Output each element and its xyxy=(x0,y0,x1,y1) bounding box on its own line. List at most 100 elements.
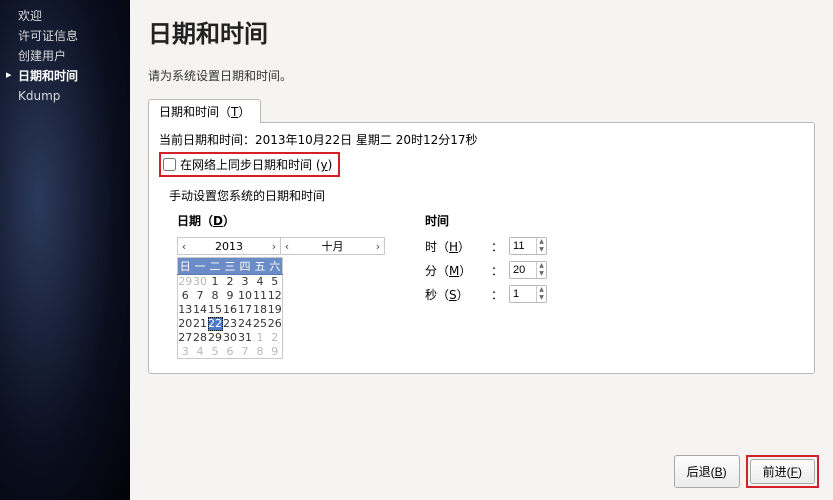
time-row-1: 分（M）：▲▼ xyxy=(425,261,547,279)
calendar-dow: 二 xyxy=(208,258,223,275)
calendar-day[interactable]: 4 xyxy=(193,345,208,359)
calendar-day[interactable]: 12 xyxy=(268,289,283,303)
calendar-day[interactable]: 9 xyxy=(223,289,238,303)
sidebar-item-3[interactable]: 日期和时间 xyxy=(0,66,130,86)
time-column: 时间 时（H）：▲▼ 分（M）：▲▼ 秒（S）：▲▼ xyxy=(425,212,547,359)
calendar-day[interactable]: 18 xyxy=(253,303,268,317)
calendar-dow: 一 xyxy=(193,258,208,275)
calendar-day[interactable]: 25 xyxy=(253,317,268,331)
calendar-day[interactable]: 7 xyxy=(238,345,253,359)
time-input[interactable] xyxy=(510,238,536,254)
calendar-day[interactable]: 17 xyxy=(238,303,253,317)
calendar-day[interactable]: 4 xyxy=(253,275,268,289)
calendar-dow: 五 xyxy=(253,258,268,275)
date-heading: 日期（D） xyxy=(177,212,385,229)
spin-up-icon[interactable]: ▲ xyxy=(537,238,546,246)
calendar-dow-row: 日一二三四五六 xyxy=(178,258,283,275)
calendar-day[interactable]: 2 xyxy=(268,331,283,345)
calendar-day[interactable]: 30 xyxy=(193,275,208,289)
calendar-day[interactable]: 19 xyxy=(268,303,283,317)
calendar-day[interactable]: 15 xyxy=(208,303,223,317)
calendar-day[interactable]: 3 xyxy=(178,345,193,359)
time-row-0: 时（H）：▲▼ xyxy=(425,237,547,255)
date-time-panel: 当前日期和时间：2013年10月22日 星期二 20时12分17秒 在网络上同步… xyxy=(148,122,815,374)
sidebar-item-0[interactable]: 欢迎 xyxy=(0,6,130,26)
calendar[interactable]: 日一二三四五六 29301234567891011121314151617181… xyxy=(177,257,283,359)
main-area: 日期和时间 请为系统设置日期和时间。 日期和时间（T） 当前日期和时间：2013… xyxy=(130,0,833,500)
spin-down-icon[interactable]: ▼ xyxy=(537,270,546,278)
calendar-dow: 日 xyxy=(178,258,193,275)
sidebar-item-2[interactable]: 创建用户 xyxy=(0,46,130,66)
time-label: 时（H） xyxy=(425,238,485,255)
time-spin-1[interactable]: ▲▼ xyxy=(509,261,547,279)
calendar-dow: 六 xyxy=(268,258,283,275)
manual-set-label: 手动设置您系统的日期和时间 xyxy=(169,187,804,204)
year-next-icon[interactable]: › xyxy=(268,240,280,253)
date-time-body: 日期（D） ‹ 2013 › ‹ 十月 › 日一二三四五六 2930123 xyxy=(159,212,804,359)
sync-network-label[interactable]: 在网络上同步日期和时间 (y) xyxy=(180,156,332,173)
calendar-day[interactable]: 9 xyxy=(268,345,283,359)
sync-network-checkbox[interactable] xyxy=(163,158,176,171)
calendar-day[interactable]: 14 xyxy=(193,303,208,317)
time-spin-2[interactable]: ▲▼ xyxy=(509,285,547,303)
spin-down-icon[interactable]: ▼ xyxy=(537,294,546,302)
time-input[interactable] xyxy=(510,286,536,302)
calendar-day[interactable]: 13 xyxy=(178,303,193,317)
year-prev-icon[interactable]: ‹ xyxy=(178,240,190,253)
calendar-day[interactable]: 21 xyxy=(193,317,208,331)
forward-button[interactable]: 前进(F) xyxy=(750,459,815,484)
spin-down-icon[interactable]: ▼ xyxy=(537,246,546,254)
month-selector[interactable]: ‹ 十月 › xyxy=(281,237,385,255)
forward-highlight: 前进(F) xyxy=(746,455,819,488)
sidebar-item-1[interactable]: 许可证信息 xyxy=(0,26,130,46)
spin-up-icon[interactable]: ▲ xyxy=(537,286,546,294)
calendar-day[interactable]: 30 xyxy=(223,331,238,345)
calendar-day[interactable]: 8 xyxy=(253,345,268,359)
time-input[interactable] xyxy=(510,262,536,278)
calendar-day[interactable]: 5 xyxy=(268,275,283,289)
year-label: 2013 xyxy=(190,240,268,253)
calendar-dow: 四 xyxy=(238,258,253,275)
month-next-icon[interactable]: › xyxy=(372,240,384,253)
sidebar: 欢迎许可证信息创建用户日期和时间Kdump xyxy=(0,0,130,500)
calendar-day[interactable]: 26 xyxy=(268,317,283,331)
calendar-day[interactable]: 1 xyxy=(208,275,223,289)
calendar-day[interactable]: 31 xyxy=(238,331,253,345)
page-instruction: 请为系统设置日期和时间。 xyxy=(148,67,815,84)
calendar-day[interactable]: 20 xyxy=(178,317,193,331)
calendar-day[interactable]: 2 xyxy=(223,275,238,289)
month-label: 十月 xyxy=(293,238,372,254)
calendar-day[interactable]: 8 xyxy=(208,289,223,303)
calendar-day[interactable]: 7 xyxy=(193,289,208,303)
month-prev-icon[interactable]: ‹ xyxy=(281,240,293,253)
calendar-body: 2930123456789101112131415161718192021222… xyxy=(178,275,283,359)
calendar-day[interactable]: 11 xyxy=(253,289,268,303)
calendar-day[interactable]: 24 xyxy=(238,317,253,331)
page-title: 日期和时间 xyxy=(148,14,815,49)
calendar-day[interactable]: 3 xyxy=(238,275,253,289)
time-rows: 时（H）：▲▼ 分（M）：▲▼ 秒（S）：▲▼ xyxy=(425,237,547,303)
calendar-day[interactable]: 16 xyxy=(223,303,238,317)
time-spin-0[interactable]: ▲▼ xyxy=(509,237,547,255)
calendar-day[interactable]: 29 xyxy=(208,331,223,345)
calendar-day[interactable]: 5 xyxy=(208,345,223,359)
calendar-day[interactable]: 10 xyxy=(238,289,253,303)
year-selector[interactable]: ‹ 2013 › xyxy=(177,237,281,255)
calendar-day[interactable]: 6 xyxy=(178,289,193,303)
time-heading: 时间 xyxy=(425,212,547,229)
current-date-time: 当前日期和时间：2013年10月22日 星期二 20时12分17秒 xyxy=(159,131,804,148)
calendar-dow: 三 xyxy=(223,258,238,275)
calendar-day[interactable]: 27 xyxy=(178,331,193,345)
calendar-day[interactable]: 28 xyxy=(193,331,208,345)
spin-up-icon[interactable]: ▲ xyxy=(537,262,546,270)
date-column: 日期（D） ‹ 2013 › ‹ 十月 › 日一二三四五六 2930123 xyxy=(177,212,385,359)
sidebar-item-4[interactable]: Kdump xyxy=(0,86,130,106)
time-row-2: 秒（S）：▲▼ xyxy=(425,285,547,303)
calendar-day[interactable]: 1 xyxy=(253,331,268,345)
calendar-day[interactable]: 22 xyxy=(208,317,223,331)
back-button[interactable]: 后退(B) xyxy=(674,455,740,488)
tab-date-time[interactable]: 日期和时间（T） xyxy=(148,99,261,123)
calendar-day[interactable]: 23 xyxy=(223,317,238,331)
calendar-day[interactable]: 6 xyxy=(223,345,238,359)
calendar-day[interactable]: 29 xyxy=(178,275,193,289)
